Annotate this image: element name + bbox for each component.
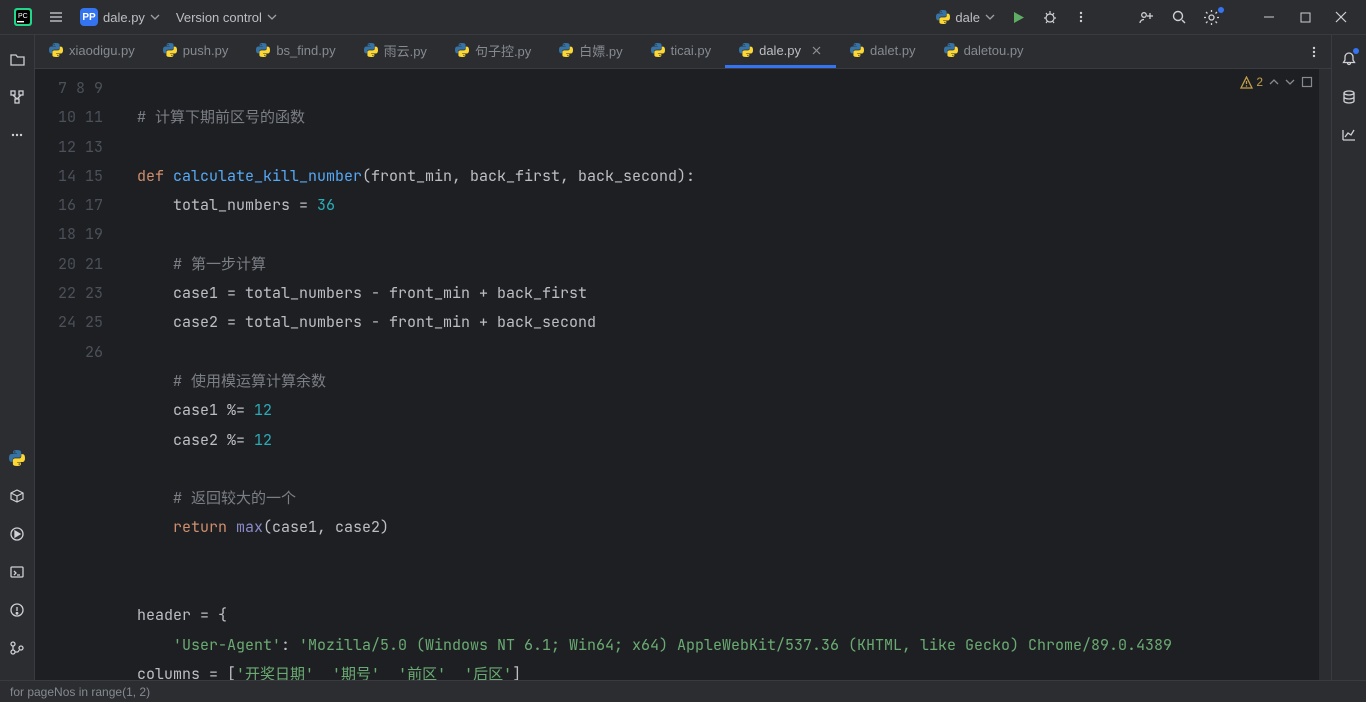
breadcrumb[interactable]: for pageNos in range(1, 2) — [10, 685, 150, 699]
tab-label: dale.py — [759, 43, 801, 58]
vcs-label: Version control — [176, 10, 262, 25]
warning-count: 2 — [1256, 75, 1263, 89]
search-button[interactable] — [1165, 5, 1193, 29]
run-config-dropdown[interactable]: dale — [930, 6, 1001, 29]
python-icon — [651, 43, 665, 57]
app-logo[interactable]: PC — [8, 4, 38, 30]
python-icon — [559, 43, 573, 57]
more-actions-button[interactable] — [1068, 6, 1094, 28]
close-icon[interactable] — [811, 45, 822, 56]
chevron-up-icon[interactable] — [1269, 77, 1279, 87]
services-button[interactable] — [5, 522, 29, 546]
maximize-button[interactable] — [1288, 3, 1322, 31]
project-badge: PP — [80, 8, 98, 26]
notification-dot-icon — [1218, 7, 1224, 13]
python-console-button[interactable] — [5, 446, 29, 470]
chevron-down-icon — [150, 12, 160, 22]
file-dropdown-label: dale.py — [103, 10, 145, 25]
python-icon — [364, 43, 378, 57]
python-icon — [944, 43, 958, 57]
scrollbar[interactable] — [1319, 69, 1331, 680]
python-icon — [163, 43, 177, 57]
python-icon — [936, 10, 950, 24]
notification-dot-icon — [1353, 48, 1359, 54]
line-gutter: 7 8 9 10 11 12 13 14 15 16 17 18 19 20 2… — [35, 69, 125, 680]
tab-label: 句子控.py — [475, 41, 531, 60]
editor-tabs: xiaodigu.py push.py bs_find.py 雨云.py 句子控.py 白… — [35, 35, 1331, 69]
chevron-down-icon — [985, 12, 995, 22]
problems-button[interactable] — [5, 598, 29, 622]
tab-句子控[interactable]: 句子控.py — [441, 35, 545, 68]
tab-白嫖[interactable]: 白嫖.py — [545, 35, 636, 68]
python-icon — [455, 43, 469, 57]
project-dropdown[interactable]: PP dale.py — [74, 4, 166, 30]
tab-label: 白嫖.py — [579, 41, 622, 60]
python-icon — [256, 43, 270, 57]
right-toolbar — [1331, 35, 1366, 680]
titlebar: PC PP dale.py Version control dale — [0, 0, 1366, 35]
tab-label: ticai.py — [671, 43, 711, 58]
tab-label: daletou.py — [964, 43, 1024, 58]
python-packages-button[interactable] — [5, 484, 29, 508]
tabs-more-button[interactable] — [1297, 35, 1331, 68]
run-config-label: dale — [955, 10, 980, 25]
code-area[interactable]: # 计算下期前区号的函数 def calculate_kill_number(f… — [125, 69, 1331, 680]
debug-button[interactable] — [1036, 5, 1064, 29]
python-icon — [49, 43, 63, 57]
terminal-button[interactable] — [5, 560, 29, 584]
main-menu-button[interactable] — [42, 5, 70, 29]
chevron-down-icon[interactable] — [1285, 77, 1295, 87]
code-editor[interactable]: 7 8 9 10 11 12 13 14 15 16 17 18 19 20 2… — [35, 69, 1331, 680]
vcs-tool-button[interactable] — [5, 636, 29, 660]
tab-ticai[interactable]: ticai.py — [637, 35, 725, 68]
settings-button[interactable] — [1197, 5, 1226, 30]
tab-label: dalet.py — [870, 43, 916, 58]
sciview-button[interactable] — [1337, 123, 1361, 147]
left-toolbar — [0, 35, 35, 680]
chevron-down-icon — [267, 12, 277, 22]
tab-label: xiaodigu.py — [69, 43, 135, 58]
tab-label: bs_find.py — [276, 43, 335, 58]
structure-tool-button[interactable] — [5, 85, 29, 109]
inspection-widget[interactable]: 2 — [1240, 75, 1313, 89]
vcs-dropdown[interactable]: Version control — [170, 6, 283, 29]
tab-xiaodigu[interactable]: xiaodigu.py — [35, 35, 149, 68]
python-icon — [850, 43, 864, 57]
inspection-menu-icon[interactable] — [1301, 76, 1313, 88]
tab-daletou[interactable]: daletou.py — [930, 35, 1038, 68]
project-tool-button[interactable] — [5, 47, 29, 71]
close-button[interactable] — [1324, 3, 1358, 31]
status-bar: for pageNos in range(1, 2) — [0, 680, 1366, 702]
tab-雨云[interactable]: 雨云.py — [350, 35, 441, 68]
minimize-button[interactable] — [1252, 3, 1286, 31]
database-button[interactable] — [1337, 85, 1361, 109]
tab-label: 雨云.py — [384, 41, 427, 60]
svg-text:PC: PC — [18, 13, 28, 20]
tab-bs_find[interactable]: bs_find.py — [242, 35, 349, 68]
tab-dale[interactable]: dale.py — [725, 35, 836, 68]
python-icon — [739, 43, 753, 57]
tab-push[interactable]: push.py — [149, 35, 243, 68]
warning-icon — [1240, 76, 1253, 89]
more-tool-button[interactable] — [5, 123, 29, 147]
code-with-me-button[interactable] — [1132, 5, 1161, 30]
run-button[interactable] — [1005, 6, 1032, 29]
notifications-button[interactable] — [1337, 47, 1361, 71]
tab-label: push.py — [183, 43, 229, 58]
tab-dalet[interactable]: dalet.py — [836, 35, 930, 68]
